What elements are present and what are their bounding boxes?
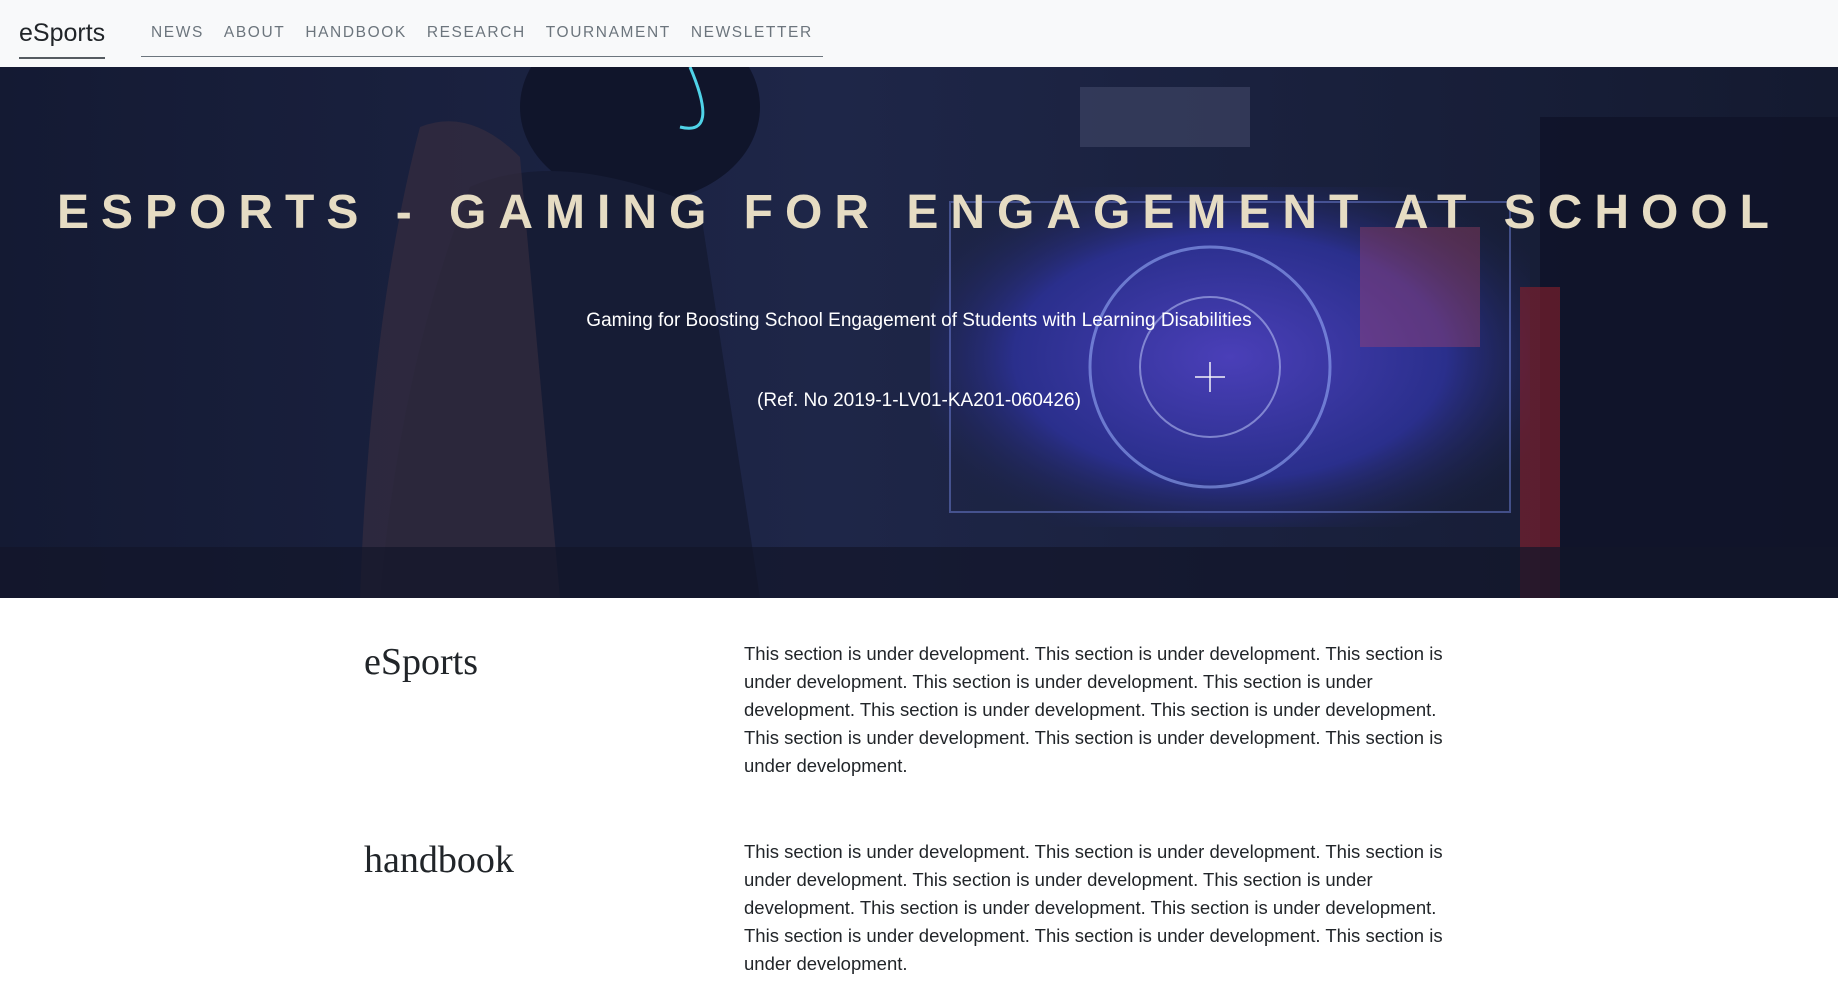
hero-title: ESPORTS - GAMING FOR ENGAGEMENT AT SCHOO…	[56, 186, 1781, 239]
nav-link-news[interactable]: NEWS	[141, 16, 214, 46]
nav-link-research[interactable]: RESEARCH	[417, 16, 536, 46]
hero-reference-number: (Ref. No 2019-1-LV01-KA201-060426)	[757, 390, 1081, 411]
nav-link-handbook[interactable]: HANDBOOK	[295, 16, 417, 46]
hero-background-image	[0, 67, 1838, 598]
hero-subtitle: Gaming for Boosting School Engagement of…	[586, 310, 1252, 331]
nav-links: NEWS ABOUT HANDBOOK RESEARCH TOURNAMENT …	[141, 16, 823, 57]
nav-link-newsletter[interactable]: NEWSLETTER	[681, 16, 823, 46]
section-heading: handbook	[364, 839, 514, 881]
nav-link-tournament[interactable]: TOURNAMENT	[536, 16, 681, 46]
section-text: This section is under development. This …	[744, 841, 1443, 974]
brand-link[interactable]: eSports	[19, 17, 106, 59]
top-navbar: eSports NEWS ABOUT HANDBOOK RESEARCH TOU…	[0, 0, 1838, 67]
hero-banner: ESPORTS - GAMING FOR ENGAGEMENT AT SCHOO…	[0, 67, 1838, 598]
section-heading: eSports	[364, 641, 478, 683]
section-text: This section is under development. This …	[744, 643, 1443, 776]
nav-link-about[interactable]: ABOUT	[214, 16, 295, 46]
